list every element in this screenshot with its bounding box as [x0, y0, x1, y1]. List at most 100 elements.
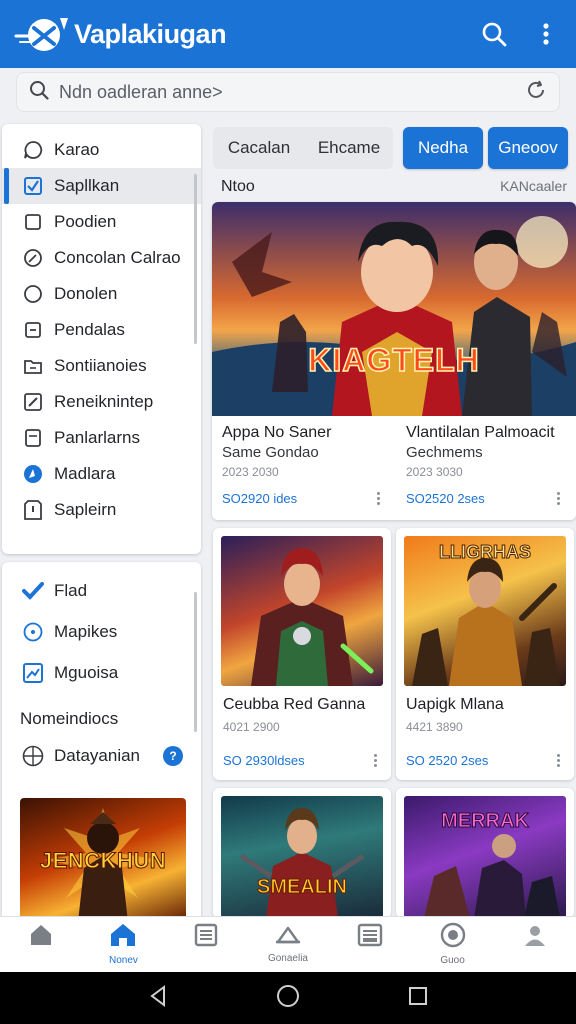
home-circle-icon[interactable] — [276, 984, 300, 1013]
search-bar — [16, 72, 560, 112]
globe-icon — [22, 745, 44, 767]
navigation-icon — [22, 463, 44, 485]
nav-nonev[interactable]: Nonev — [82, 917, 164, 972]
tab-gneoov[interactable]: Gneoov — [488, 127, 568, 169]
sidebar-item-label: Panlarlarns — [54, 428, 140, 447]
cloud-icon — [274, 924, 302, 951]
sidebar-item-mguoisa[interactable]: Mguoisa — [2, 652, 201, 693]
list-icon — [194, 923, 218, 952]
sidebar-game-banner[interactable]: JENCKHUN — [20, 798, 186, 922]
game-card[interactable]: LLIGRHAS Uapigk Mlana 4421 3890 SO 2520 … — [396, 528, 574, 780]
nav-home[interactable] — [0, 917, 82, 972]
compass-icon — [22, 247, 44, 269]
sidebar-item-donolen[interactable]: Donolen — [2, 276, 201, 312]
sidebar-secondary-scrollbar[interactable] — [194, 592, 197, 732]
game-card[interactable]: SMEALIN — [213, 788, 391, 918]
sidebar-item-label: Sontiianoies — [54, 356, 147, 375]
nav-label: Gonaelia — [267, 953, 308, 964]
back-icon[interactable] — [148, 984, 168, 1012]
game-title: Ceubba Red Ganna — [223, 696, 366, 713]
game-title: Appa No Saner — [222, 424, 332, 441]
section-more-link[interactable]: KANcaaler — [500, 178, 567, 196]
nav-label: Guoo — [440, 955, 465, 966]
more-options-icon[interactable] — [550, 752, 566, 768]
check-mark-icon — [22, 580, 44, 602]
game-art-title: LLIGRHAS — [439, 542, 532, 563]
image-icon — [357, 923, 383, 952]
sidebar-item-concolan[interactable]: Concolan Calrao — [2, 240, 201, 276]
nav-list[interactable] — [165, 917, 247, 972]
game-date: 2023 3030 — [406, 465, 463, 479]
app-logo-icon — [14, 14, 72, 54]
app-title: Vaplakiugan — [74, 18, 227, 49]
sidebar-item-label: Mguoisa — [54, 662, 119, 682]
tab-ehcame[interactable]: Ehcame — [305, 127, 393, 169]
more-options-icon[interactable] — [370, 490, 386, 506]
game-title: Uapigk Mlana — [406, 696, 504, 713]
sidebar-item-label: Pendalas — [54, 320, 125, 339]
nav-profile[interactable] — [494, 917, 576, 972]
more-vert-icon[interactable] — [530, 18, 562, 50]
system-navigation-bar — [0, 972, 576, 1024]
game-size: SO2520 2ses — [406, 490, 485, 506]
square-icon — [22, 211, 44, 233]
sidebar-item-reneiknintep[interactable]: Reneiknintep — [2, 384, 201, 420]
game-date: 4421 3890 — [406, 720, 463, 734]
minus-square-icon — [22, 319, 44, 341]
recents-icon[interactable] — [408, 986, 428, 1011]
sidebar-item-label: Concolan Calrao — [54, 248, 181, 267]
sidebar-item-panlarlarns[interactable]: Panlarlarns — [2, 420, 201, 456]
home-icon — [28, 923, 54, 952]
sidebar-scrollbar[interactable] — [194, 174, 197, 344]
featured-game-art: KIAGTELH — [212, 202, 576, 416]
sidebar-item-poodien[interactable]: Poodien — [2, 204, 201, 240]
game-subtitle: Gechmems — [406, 444, 483, 461]
game-art: MERRAK — [404, 796, 566, 918]
document-icon — [22, 427, 44, 449]
game-art — [221, 536, 383, 686]
sidebar-item-label: Donolen — [54, 284, 118, 303]
sidebar-item-flad[interactable]: Flad — [2, 570, 201, 611]
sidebar-item-sapleirn[interactable]: Sapleirn — [2, 492, 201, 528]
sidebar-item-label: Reneiknintep — [54, 392, 154, 411]
sidebar-item-datayanian[interactable]: Datayanian ? — [2, 735, 201, 776]
app-bar: Vaplakiugan — [0, 0, 576, 68]
refresh-icon[interactable] — [525, 79, 547, 106]
record-icon — [440, 922, 466, 953]
sidebar-item-pendalas[interactable]: Pendalas — [2, 312, 201, 348]
sidebar-item-sontiianoies[interactable]: Sontiianoies — [2, 348, 201, 384]
bottom-navigation: Nonev Gonaelia Guoo — [0, 916, 576, 972]
sidebar-item-label: Datayanian — [54, 745, 141, 765]
nav-gonaelia[interactable]: Gonaelia — [247, 917, 329, 972]
sidebar-secondary: Flad Mapikes Mguoisa Nomeindiocs Datayan… — [2, 562, 201, 922]
sidebar-item-label: Karao — [54, 140, 100, 159]
edit-icon — [22, 391, 44, 413]
sidebar-menu: Karao Sapllkan Poodien Concolan Calrao D… — [2, 124, 201, 554]
nav-guoo[interactable]: Guoo — [411, 917, 493, 972]
game-subtitle: Same Gondao — [222, 444, 319, 461]
featured-game-card[interactable]: KIAGTELH Appa No Saner Same Gondao 2023 … — [212, 202, 576, 520]
game-size: SO 2930ldses — [223, 752, 305, 768]
more-options-icon[interactable] — [550, 490, 566, 506]
game-date: 2023 2030 — [222, 465, 279, 479]
chart-icon — [22, 662, 44, 684]
search-input[interactable] — [59, 81, 525, 103]
target-icon — [22, 621, 44, 643]
tab-nedha[interactable]: Nedha — [403, 127, 483, 169]
help-badge[interactable]: ? — [163, 745, 183, 766]
sidebar-item-label: Poodien — [54, 212, 117, 231]
folder-icon — [22, 355, 44, 377]
sidebar-item-madlara[interactable]: Madlara — [2, 456, 201, 492]
search-icon[interactable] — [478, 18, 510, 50]
banner-title: JENCKHUN — [39, 848, 167, 874]
sidebar-item-karao[interactable]: Karao — [2, 132, 201, 168]
sidebar-item-label: Sapleirn — [54, 500, 117, 519]
sidebar-item-label: Flad — [54, 580, 88, 600]
nav-image[interactable] — [329, 917, 411, 972]
sidebar-item-mapikes[interactable]: Mapikes — [2, 611, 201, 652]
sidebar-item-sapllkan[interactable]: Sapllkan — [2, 168, 201, 204]
more-options-icon[interactable] — [367, 752, 383, 768]
game-card[interactable]: Ceubba Red Ganna 4021 2900 SO 2930ldses — [213, 528, 391, 780]
game-card[interactable]: MERRAK — [396, 788, 574, 918]
tab-cacalan[interactable]: Cacalan — [213, 127, 305, 169]
